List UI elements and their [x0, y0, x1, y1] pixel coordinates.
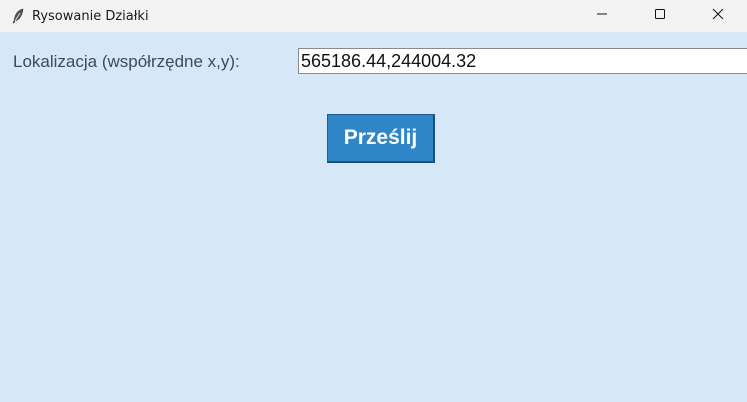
maximize-icon	[654, 7, 666, 25]
app-window: Rysowanie Działki Lokalizacja (współrzęd…	[0, 0, 747, 402]
minimize-icon	[596, 7, 608, 25]
title-bar[interactable]: Rysowanie Działki	[0, 0, 747, 32]
maximize-button[interactable]	[631, 0, 689, 32]
feather-icon	[10, 8, 26, 24]
window-controls	[573, 0, 747, 32]
location-label: Lokalizacja (współrzędne x,y):	[13, 52, 240, 71]
form-area: Lokalizacja (współrzędne x,y): Prześlij	[0, 32, 747, 402]
close-button[interactable]	[689, 0, 747, 32]
window-title: Rysowanie Działki	[32, 8, 149, 24]
location-input[interactable]	[298, 48, 747, 74]
close-icon	[712, 7, 724, 25]
submit-button[interactable]: Prześlij	[327, 114, 435, 163]
minimize-button[interactable]	[573, 0, 631, 32]
